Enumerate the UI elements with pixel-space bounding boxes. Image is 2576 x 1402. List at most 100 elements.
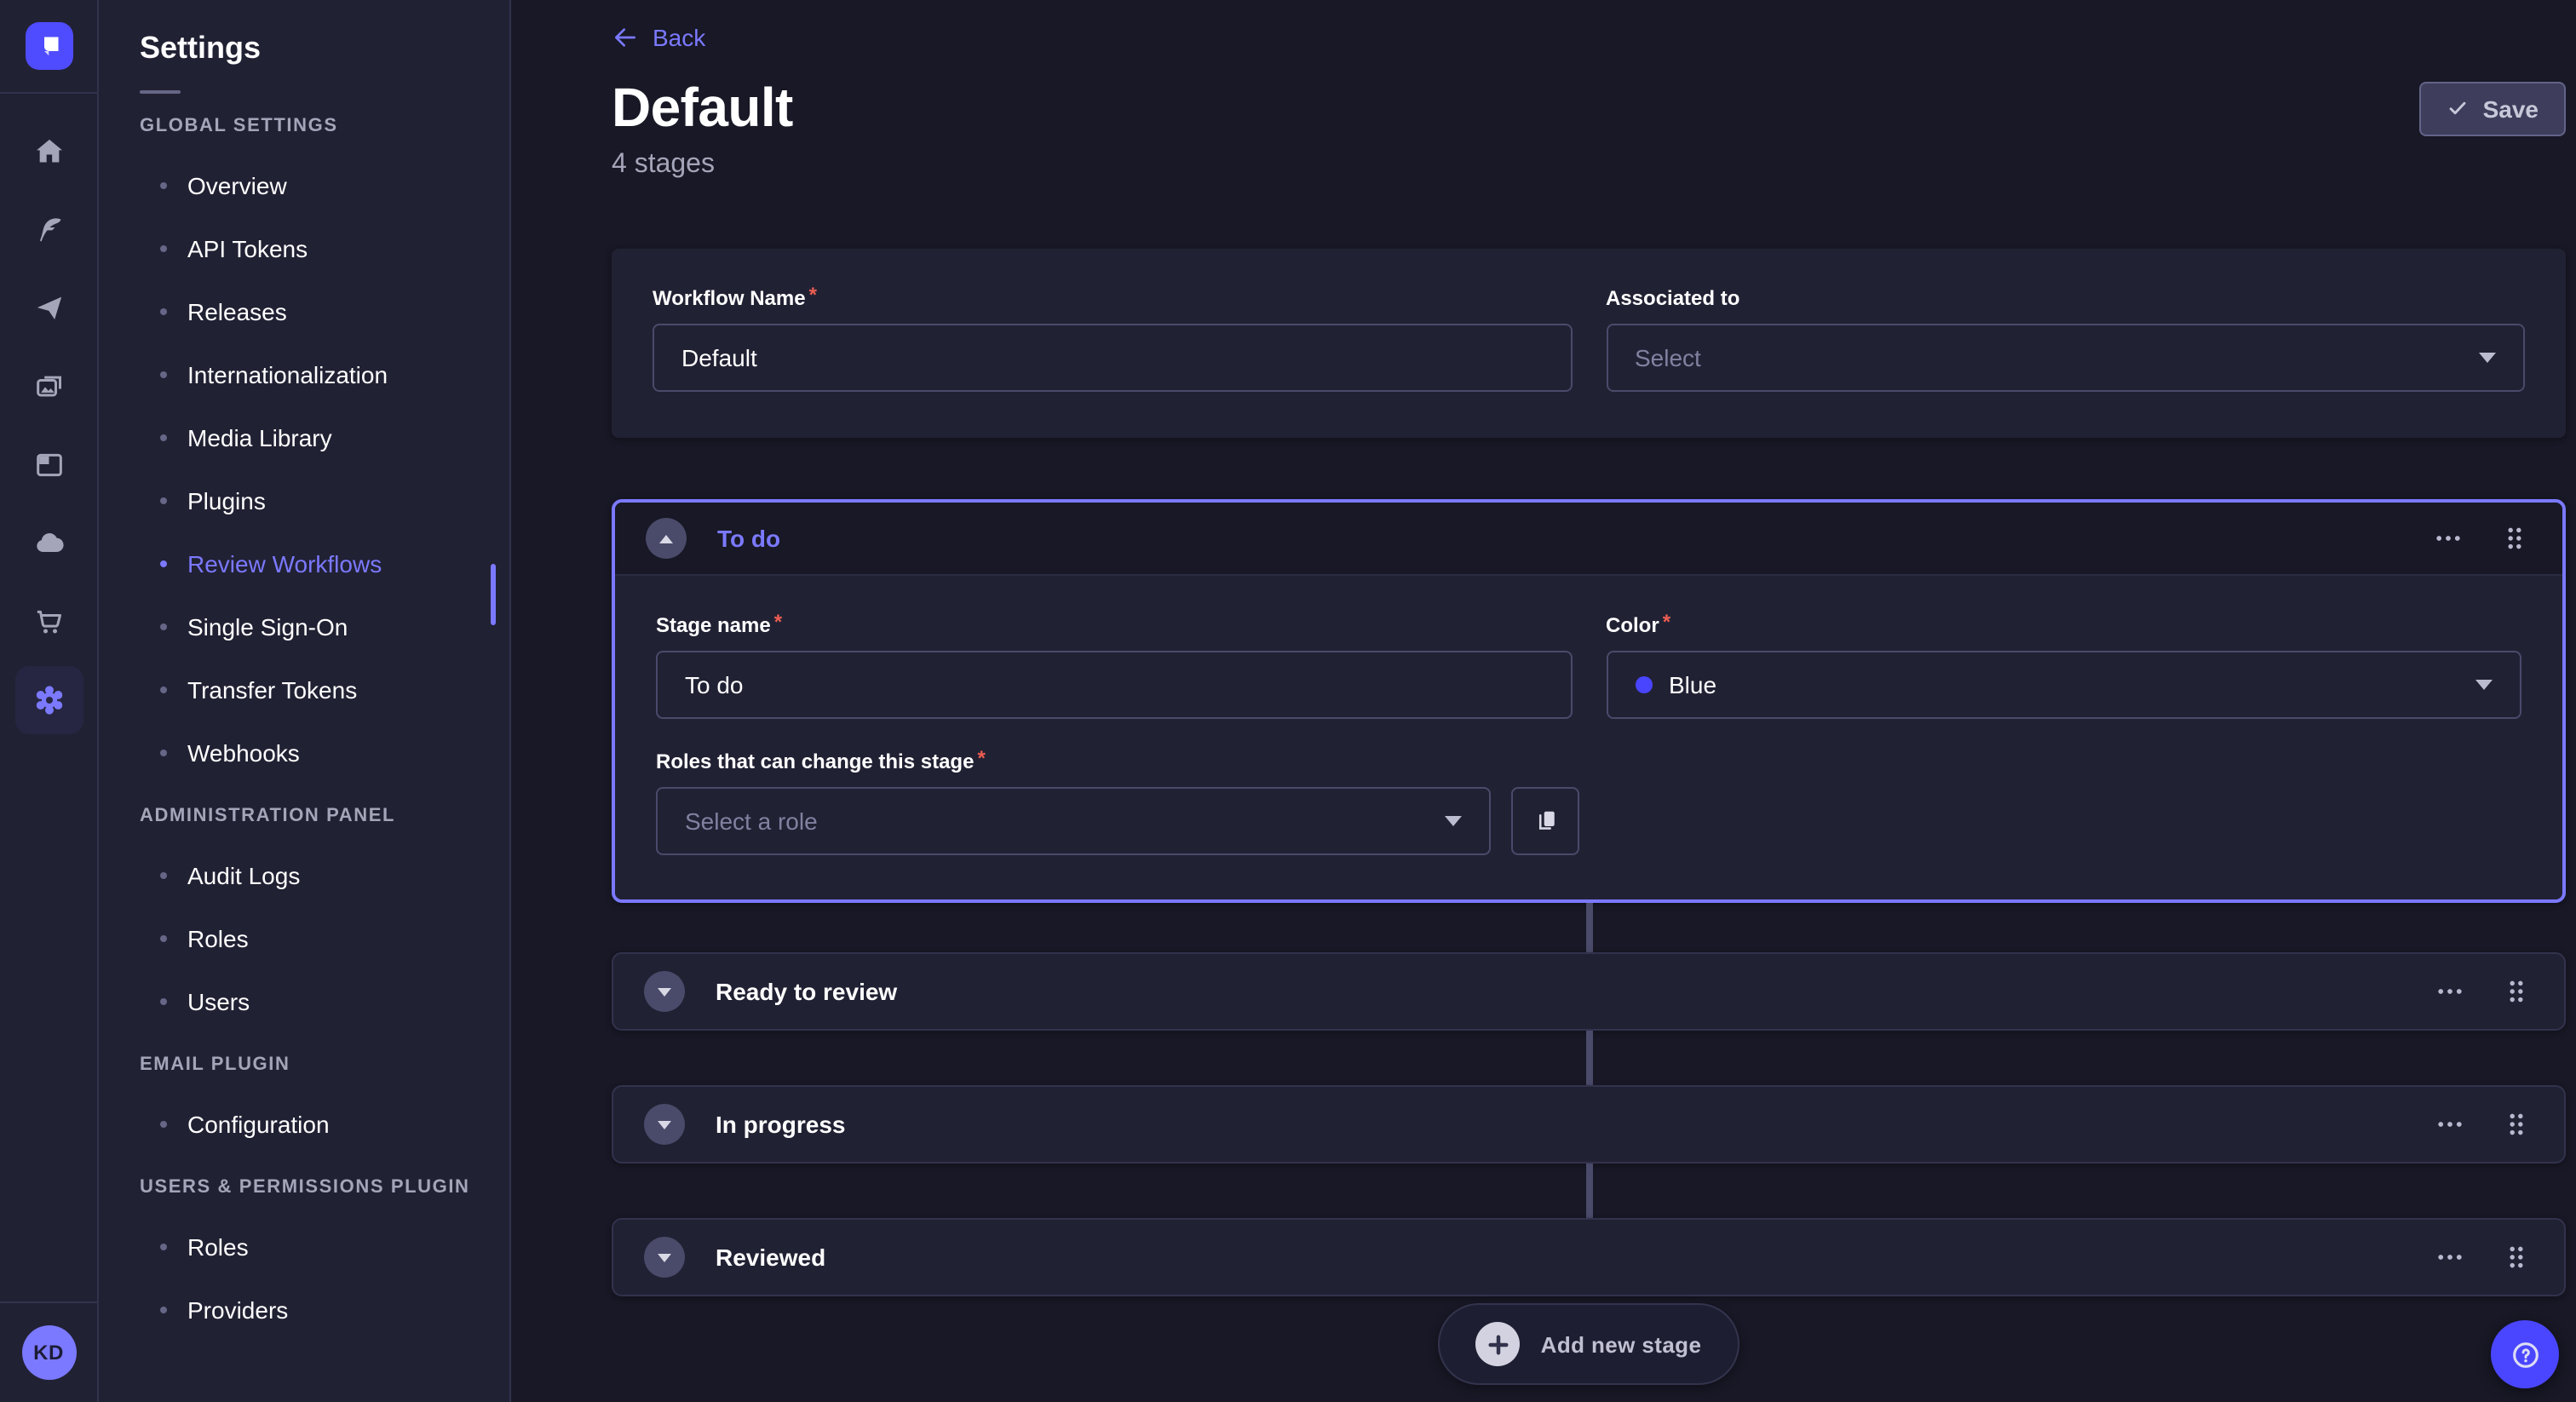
workflow-name-field: Workflow Name*: [653, 286, 1572, 392]
collapse-stage-button[interactable]: [646, 518, 687, 559]
back-label: Back: [653, 24, 705, 51]
sidebar-item[interactable]: Transfer Tokens: [99, 658, 509, 721]
sidebar-section-label: EMAIL PLUGIN: [140, 1054, 509, 1075]
expand-stage-button[interactable]: [644, 971, 685, 1012]
page-title: Default: [612, 77, 793, 140]
stage-card-collapsed[interactable]: In progress: [612, 1085, 2566, 1164]
stage-name-input[interactable]: [656, 651, 1572, 719]
bullet-icon: [160, 934, 167, 941]
back-link[interactable]: Back: [612, 24, 705, 51]
main-content: Back Default Save 4 stages Workflow Name…: [511, 0, 2576, 1402]
stage-connector-line: [1585, 903, 1592, 952]
stage-drag-handle[interactable]: [2499, 1238, 2533, 1276]
save-button[interactable]: Save: [2420, 81, 2566, 135]
workflow-form-card: Workflow Name* Associated to Select: [612, 249, 2566, 438]
stage-count: 4 stages: [612, 150, 2566, 181]
select-placeholder: Select a role: [685, 807, 818, 835]
sidebar-item[interactable]: Overview: [99, 153, 509, 216]
stage-more-button[interactable]: [2431, 973, 2469, 1010]
main-nav-rail: KD: [0, 0, 99, 1402]
stage-more-button[interactable]: [2429, 520, 2467, 557]
chevron-down-icon: [658, 1253, 671, 1261]
nav-marketplace[interactable]: [14, 588, 83, 656]
stage-color-select[interactable]: Blue: [1606, 651, 2521, 719]
bullet-icon: [160, 686, 167, 692]
nav-settings[interactable]: [14, 666, 83, 734]
expand-stage-button[interactable]: [644, 1237, 685, 1278]
nav-releases[interactable]: [14, 274, 83, 342]
sidebar-item[interactable]: Review Workflows: [99, 531, 509, 595]
sidebar-item-label: Single Sign-On: [187, 612, 348, 640]
bullet-icon: [160, 497, 167, 503]
nav-home[interactable]: [14, 118, 83, 186]
sidebar-item[interactable]: Plugins: [99, 468, 509, 531]
add-stage-button[interactable]: Add new stage: [1439, 1303, 1739, 1385]
stage-connector-line: [1585, 1031, 1592, 1085]
bullet-icon: [160, 307, 167, 314]
sidebar-section: GLOBAL SETTINGS Overview API Tokens: [99, 116, 509, 784]
sidebar-item[interactable]: Audit Logs: [99, 843, 509, 906]
associated-to-field: Associated to Select: [1606, 286, 2525, 392]
stage-card-collapsed[interactable]: Reviewed: [612, 1218, 2566, 1296]
sidebar-item[interactable]: Media Library: [99, 405, 509, 468]
sidebar-item-label: Providers: [187, 1296, 288, 1323]
chevron-down-icon: [2479, 353, 2496, 363]
sidebar-sections: GLOBAL SETTINGS Overview API Tokens: [99, 116, 509, 1341]
copy-icon: [1531, 806, 1560, 836]
collapsed-stage-row: In progress: [612, 1085, 2566, 1218]
stage-connector-line: [1585, 1164, 1592, 1218]
nav-deploy[interactable]: [14, 509, 83, 577]
sidebar-item[interactable]: Webhooks: [99, 721, 509, 784]
stage-title: To do: [717, 525, 780, 552]
avatar[interactable]: KD: [21, 1325, 76, 1380]
sidebar-item-label: Audit Logs: [187, 861, 300, 888]
associated-to-select[interactable]: Select: [1606, 324, 2525, 392]
nav-media-library[interactable]: [14, 353, 83, 421]
sidebar-item[interactable]: Single Sign-On: [99, 595, 509, 658]
strapi-logo[interactable]: [25, 22, 72, 70]
stage-header[interactable]: To do: [615, 503, 2562, 576]
sidebar-item[interactable]: Roles: [99, 906, 509, 969]
drag-dots-icon: [2503, 1242, 2530, 1273]
collapsed-stage-list: Ready to review: [612, 952, 2566, 1296]
sidebar-item[interactable]: Roles: [99, 1215, 509, 1278]
cloud-icon: [32, 526, 66, 560]
media-library-icon: [32, 370, 66, 404]
help-button[interactable]: [2491, 1320, 2559, 1388]
stage-drag-handle[interactable]: [2499, 973, 2533, 1010]
sidebar-item[interactable]: Configuration: [99, 1092, 509, 1155]
sidebar-item[interactable]: Internationalization: [99, 342, 509, 405]
select-placeholder: Select: [1635, 344, 1701, 371]
bullet-icon: [160, 1306, 167, 1313]
bullet-icon: [160, 244, 167, 251]
sidebar-item[interactable]: Providers: [99, 1278, 509, 1341]
stage-roles-select[interactable]: Select a role: [656, 787, 1491, 855]
workflow-name-input[interactable]: [653, 324, 1572, 392]
sidebar-item[interactable]: Users: [99, 969, 509, 1032]
stage-body: Stage name* Color* Blue: [615, 576, 2562, 899]
bullet-icon: [160, 1243, 167, 1250]
scrollbar-thumb[interactable]: [491, 564, 496, 625]
nav-content-type-builder[interactable]: [14, 431, 83, 499]
sidebar-item-label: Users: [187, 987, 250, 1014]
stage-more-button[interactable]: [2431, 1238, 2469, 1276]
expand-stage-button[interactable]: [644, 1104, 685, 1145]
divider: [0, 92, 97, 94]
bullet-icon: [160, 749, 167, 756]
sidebar-item-label: Webhooks: [187, 738, 300, 766]
stage-more-button[interactable]: [2431, 1106, 2469, 1143]
sidebar-item[interactable]: API Tokens: [99, 216, 509, 279]
stage-drag-handle[interactable]: [2498, 520, 2532, 557]
sidebar-item[interactable]: Releases: [99, 279, 509, 342]
stage-drag-handle[interactable]: [2499, 1106, 2533, 1143]
collapsed-stage-row: Ready to review: [612, 952, 2566, 1085]
chevron-down-icon: [1445, 816, 1462, 826]
select-value: Blue: [1669, 671, 1716, 698]
chevron-down-icon: [2475, 680, 2493, 690]
drag-dots-icon: [2501, 523, 2528, 554]
bullet-icon: [160, 434, 167, 440]
stage-card-collapsed[interactable]: Ready to review: [612, 952, 2566, 1031]
add-stage-label: Add new stage: [1541, 1331, 1702, 1357]
duplicate-stage-button[interactable]: [1511, 787, 1579, 855]
nav-content-manager[interactable]: [14, 196, 83, 264]
